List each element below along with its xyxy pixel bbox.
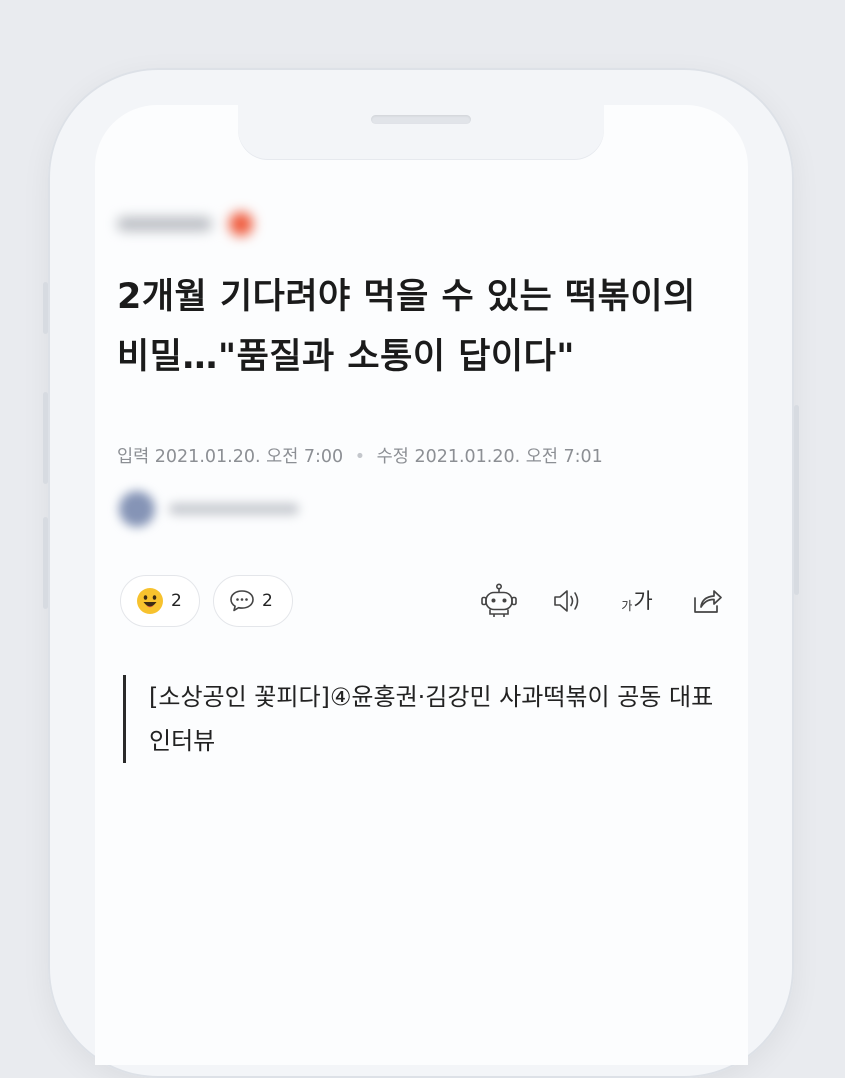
modified-label: 수정: [376, 447, 409, 467]
font-size-large-label: 가: [633, 588, 653, 613]
font-size-small-label: 가: [621, 598, 633, 613]
earpiece-speaker: [371, 115, 471, 124]
robot-summary-icon: [481, 583, 517, 617]
share-icon: [694, 590, 722, 613]
phone-notch: [238, 105, 604, 159]
ai-summary-button[interactable]: [478, 583, 520, 619]
reaction-count: 2: [171, 591, 182, 611]
comment-icon: [230, 590, 254, 612]
font-size-button[interactable]: 가 가: [615, 583, 659, 619]
phone-volume-down-button: [43, 517, 48, 609]
input-label: 입력: [117, 447, 150, 467]
article-subheading-quote: [소상공인 꽃피다]④윤홍권·김강민 사과떡볶이 공동 대표 인터뷰: [123, 675, 729, 763]
article-headline: 2개월 기다려야 먹을 수 있는 떡볶이의 비밀…"품질과 소통이 답이다": [117, 277, 696, 377]
comment-button[interactable]: 2: [213, 575, 293, 627]
speaker-icon: [554, 590, 579, 612]
text-to-speech-button[interactable]: [548, 583, 588, 619]
phone-power-button: [794, 405, 799, 595]
phone-screen: 2개월 기다려야 먹을 수 있는 떡볶이의 비밀…"품질과 소통이 답이다" 입…: [95, 105, 748, 1065]
phone-mute-switch: [43, 282, 48, 334]
reporter-info-blurred[interactable]: [117, 489, 317, 529]
meta-separator: •: [354, 447, 366, 467]
reaction-button[interactable]: 2: [120, 575, 200, 627]
press-logo-blurred[interactable]: [117, 208, 253, 238]
modified-datetime: 2021.01.20. 오전 7:01: [414, 447, 603, 467]
share-button[interactable]: [687, 583, 727, 619]
input-datetime: 2021.01.20. 오전 7:00: [154, 447, 344, 467]
article-timestamps: 입력 2021.01.20. 오전 7:00 • 수정 2021.01.20. …: [117, 443, 603, 468]
comment-count: 2: [262, 591, 273, 611]
smile-emoji-icon: [137, 588, 163, 614]
font-size-icon: 가 가: [621, 588, 653, 613]
phone-volume-up-button: [43, 392, 48, 484]
